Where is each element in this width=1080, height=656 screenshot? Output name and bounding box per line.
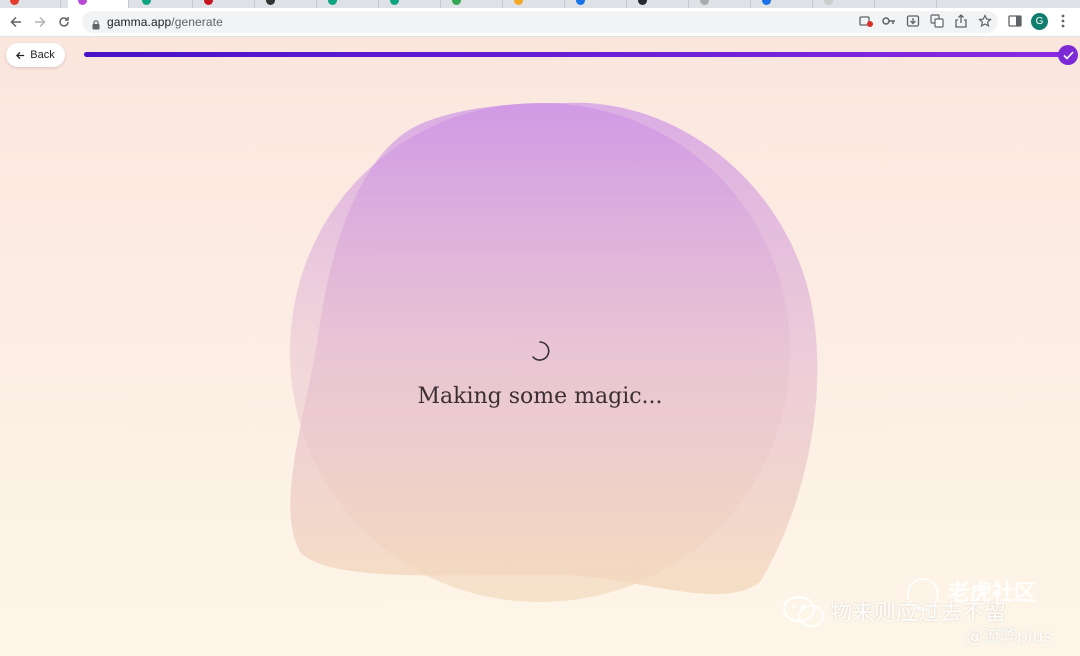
tab-favicon-icon (390, 0, 399, 5)
profile-avatar[interactable]: G (1031, 13, 1048, 30)
browser-tab[interactable] (628, 0, 689, 8)
progress-bar (84, 52, 1068, 57)
browser-tab[interactable] (442, 0, 503, 8)
wechat-icon (782, 595, 826, 629)
bookmark-star-icon[interactable] (977, 13, 993, 29)
tab-favicon-icon (452, 0, 461, 5)
browser-tab[interactable] (690, 0, 751, 8)
tab-favicon-icon (700, 0, 709, 5)
watermark-handle: @流弊plus (966, 627, 1053, 647)
translate-icon[interactable] (929, 13, 945, 29)
lock-icon (92, 17, 100, 35)
browser-tab[interactable] (876, 0, 937, 8)
browser-tab[interactable] (752, 0, 813, 8)
url-host: gamma.app (107, 15, 172, 29)
loading-message: Making some magic... (417, 384, 663, 409)
loading-spinner-icon (529, 340, 551, 362)
side-panel-icon[interactable] (1007, 13, 1023, 29)
more-menu-icon[interactable] (1055, 13, 1071, 29)
tab-favicon-icon (328, 0, 337, 5)
tab-favicon-icon (638, 0, 647, 5)
back-button-label: Back (30, 49, 55, 61)
browser-tab[interactable] (380, 0, 441, 8)
generate-page: Back Making some magic... 老虎社区 物来则应过去不留 … (0, 37, 1080, 656)
forward-arrow-icon[interactable] (31, 13, 49, 31)
progress-complete-check-icon (1058, 45, 1078, 65)
key-icon[interactable] (881, 13, 897, 29)
arrow-left-icon (16, 51, 25, 59)
back-arrow-icon[interactable] (7, 13, 25, 31)
browser-tab[interactable] (0, 0, 61, 8)
browser-tab[interactable] (566, 0, 627, 8)
progress-bar-fill (84, 52, 1068, 57)
tab-favicon-icon (576, 0, 585, 5)
share-icon[interactable] (953, 13, 969, 29)
tab-favicon-icon (824, 0, 833, 5)
browser-tab-active[interactable] (68, 0, 129, 8)
tab-favicon-icon (10, 0, 19, 5)
tab-favicon-icon (762, 0, 771, 5)
browser-tab[interactable] (194, 0, 255, 8)
tab-favicon-icon (266, 0, 275, 5)
browser-tab[interactable] (132, 0, 193, 8)
install-icon[interactable] (905, 13, 921, 29)
camera-blocked-icon[interactable] (858, 13, 874, 29)
browser-tab[interactable] (256, 0, 317, 8)
url-text: gamma.app/generate (107, 15, 223, 29)
browser-toolbar: gamma.app/generate G (0, 8, 1080, 37)
watermark: 老虎社区 物来则应过去不留 @流弊plus (780, 575, 1080, 655)
tab-favicon-icon (204, 0, 213, 5)
browser-tab[interactable] (814, 0, 875, 8)
tab-strip (0, 0, 1080, 8)
browser-tab[interactable] (318, 0, 379, 8)
tab-favicon-icon (514, 0, 523, 5)
tab-favicon-icon (142, 0, 151, 5)
url-path: /generate (171, 15, 223, 29)
browser-tab[interactable] (504, 0, 565, 8)
reload-icon[interactable] (55, 13, 73, 31)
tab-favicon-icon (78, 0, 87, 5)
back-button[interactable]: Back (6, 43, 65, 67)
